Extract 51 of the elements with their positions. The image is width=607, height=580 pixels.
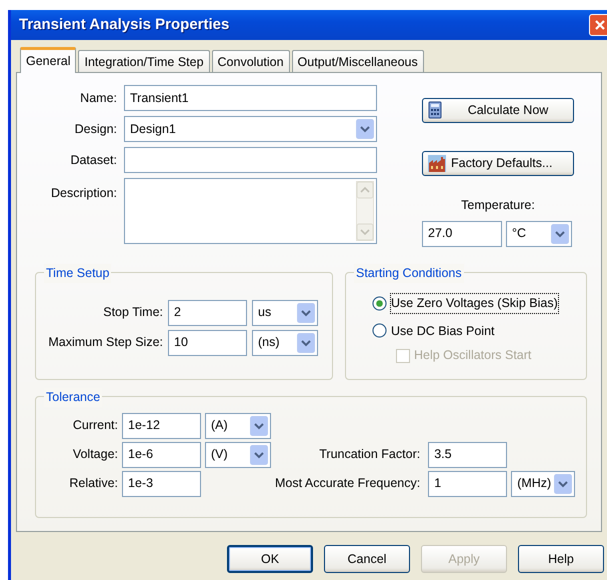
field-label: Relative: <box>68 475 118 492</box>
text-field[interactable] <box>124 147 377 173</box>
scrollbar-drawing <box>356 181 374 241</box>
close-icon <box>594 19 606 31</box>
text-field[interactable]: 1e-6 <box>122 442 201 468</box>
field-label: Most Accurate Frequency: <box>275 475 422 492</box>
unit-dropdown[interactable]: (V) <box>205 442 271 468</box>
text-field[interactable]: 1e-3 <box>122 470 201 497</box>
text-field[interactable]: 3.5 <box>428 442 508 468</box>
unit-dropdown[interactable]: (ns) <box>252 330 318 356</box>
factory-icon <box>427 154 447 173</box>
temperature-field[interactable]: 27.0 <box>422 220 502 247</box>
calculator-icon <box>427 101 443 120</box>
field-label: Truncation Factor: <box>318 446 422 464</box>
unit-dropdown[interactable]: °C <box>506 220 572 247</box>
radio-button[interactable] <box>372 323 387 338</box>
option-label[interactable]: Use Zero Voltages (Skip Bias) <box>391 294 558 312</box>
defaults-button[interactable]: Factory Defaults... <box>422 151 574 176</box>
dialog-button[interactable]: Cancel <box>324 545 410 573</box>
tab[interactable]: Output/Miscellaneous <box>292 50 424 72</box>
option-label[interactable]: Use DC Bias Point <box>391 322 495 340</box>
unit-dropdown[interactable]: (A) <box>205 412 271 439</box>
text-field[interactable]: 2 <box>168 300 247 326</box>
tab[interactable]: Convolution <box>212 50 290 72</box>
unit-dropdown[interactable]: (MHz) <box>511 470 576 497</box>
field-label: Description: <box>50 185 117 202</box>
field-label: Temperature: <box>461 197 535 214</box>
description-field[interactable] <box>124 178 377 244</box>
field-label: Name: <box>79 90 117 107</box>
close-button[interactable] <box>589 14 607 36</box>
field-label: Maximum Step Size: <box>48 334 163 352</box>
field-label: Stop Time: <box>102 304 163 322</box>
tab[interactable]: Integration/Time Step <box>78 50 210 72</box>
dialog-button[interactable]: OK <box>227 545 313 573</box>
unit-dropdown[interactable]: us <box>252 300 318 326</box>
field-label: Voltage: <box>72 446 118 464</box>
dialog-button[interactable]: Help <box>518 545 604 573</box>
tab[interactable]: General <box>20 47 76 73</box>
text-field[interactable]: 1 <box>428 470 508 497</box>
radio-button[interactable] <box>372 296 387 311</box>
group-title: Starting Conditions <box>354 264 464 282</box>
text-field[interactable]: 10 <box>168 330 247 356</box>
field-label: Design: <box>74 120 117 138</box>
field-label: Dataset: <box>69 152 117 169</box>
dropdown[interactable]: Design1 <box>124 116 377 142</box>
window-title: Transient Analysis Properties <box>19 14 230 35</box>
text-field[interactable]: Transient1 <box>124 85 377 111</box>
calculate-button[interactable]: Calculate Now <box>422 98 574 123</box>
field-label: Current: <box>72 417 118 434</box>
group-title: Time Setup <box>44 264 112 282</box>
text-field[interactable]: 1e-12 <box>122 412 201 439</box>
